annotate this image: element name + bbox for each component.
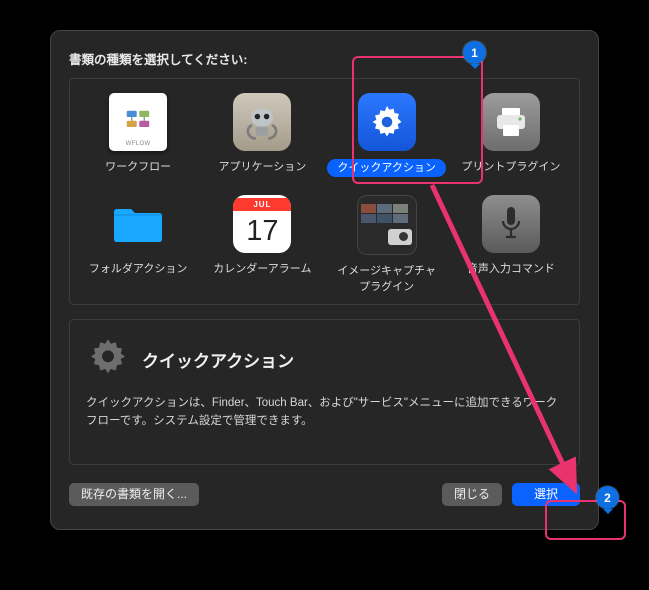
- calendar-month: JUL: [233, 198, 291, 211]
- type-calendar-alarm[interactable]: JUL 17 カレンダーアラーム: [202, 191, 322, 298]
- annotation-step-2: 2: [596, 486, 619, 509]
- type-label: クイックアクション: [327, 159, 445, 177]
- type-quick-action[interactable]: クイックアクション: [327, 89, 447, 181]
- automator-robot-icon: [233, 93, 291, 151]
- close-button[interactable]: 閉じる: [442, 483, 502, 506]
- type-dictation-command[interactable]: 音声入力コマンド: [451, 191, 571, 298]
- description-panel: クイックアクション クイックアクションは、Finder、Touch Bar、およ…: [69, 319, 580, 465]
- dialog-footer: 既存の書類を開く... 閉じる 選択: [69, 483, 580, 506]
- type-label: ワークフロー: [105, 161, 171, 173]
- type-application[interactable]: アプリケーション: [202, 89, 322, 181]
- choose-button[interactable]: 選択: [512, 483, 580, 506]
- type-print-plugin[interactable]: プリントプラグイン: [451, 89, 571, 181]
- type-label: フォルダアクション: [89, 263, 187, 275]
- calendar-icon: JUL 17: [233, 195, 291, 253]
- document-type-grid: ワークフロー アプリケーション クイックアクション: [69, 78, 580, 305]
- microphone-icon: [482, 195, 540, 253]
- image-capture-icon: [357, 195, 417, 255]
- dialog-title: 書類の種類を選択してください:: [69, 49, 580, 68]
- type-label: イメージキャプチャ プラグイン: [337, 265, 436, 292]
- type-label: カレンダーアラーム: [213, 263, 311, 275]
- folder-icon: [109, 195, 167, 253]
- gear-icon: [358, 93, 416, 151]
- description-title: クイックアクション: [142, 347, 294, 372]
- printer-icon: [482, 93, 540, 151]
- workflow-icon: [109, 93, 167, 151]
- new-document-dialog: 書類の種類を選択してください: ワークフロー アプリケーション: [50, 30, 599, 530]
- gear-icon: [86, 336, 130, 383]
- type-label: 音声入力コマンド: [467, 263, 555, 275]
- description-body: クイックアクションは、Finder、Touch Bar、および"サービス"メニュ…: [86, 395, 563, 431]
- type-folder-action[interactable]: フォルダアクション: [78, 191, 198, 298]
- type-workflow[interactable]: ワークフロー: [78, 89, 198, 181]
- type-image-capture-plugin[interactable]: イメージキャプチャ プラグイン: [327, 191, 447, 298]
- calendar-day: 17: [246, 211, 278, 251]
- open-existing-button[interactable]: 既存の書類を開く...: [69, 483, 199, 506]
- annotation-step-1: 1: [463, 41, 486, 64]
- type-label: アプリケーション: [218, 161, 306, 173]
- type-label: プリントプラグイン: [461, 161, 560, 173]
